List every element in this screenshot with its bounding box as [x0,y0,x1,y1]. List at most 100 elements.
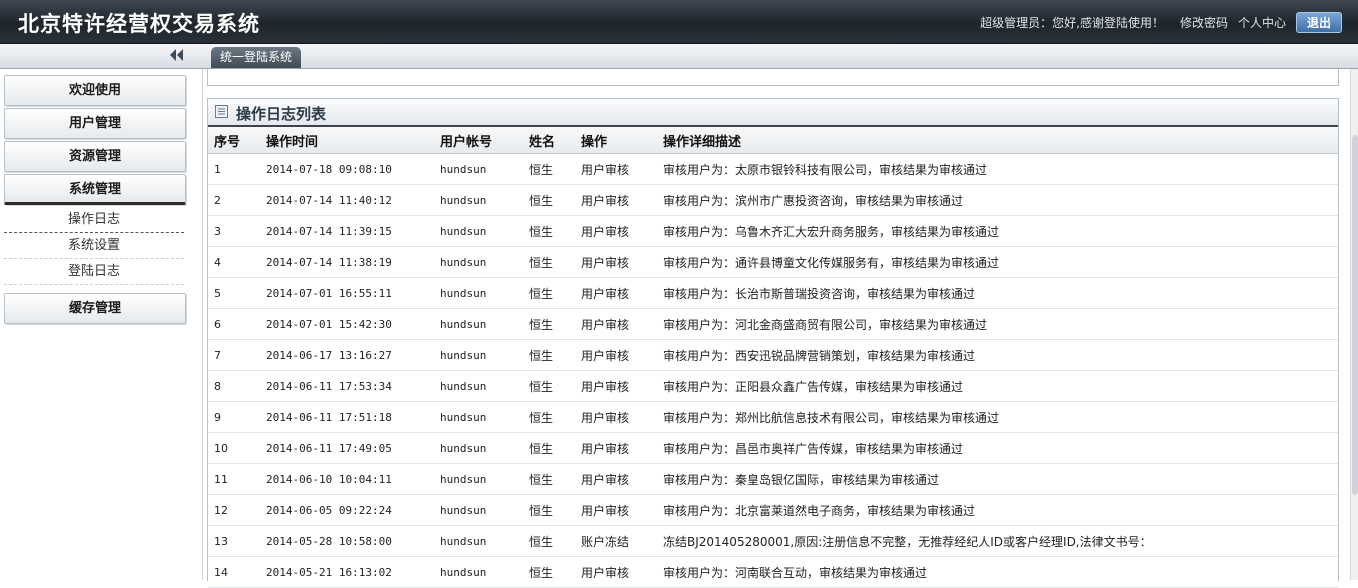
panel-header: 操作日志列表 [208,99,1338,127]
cell-name: 恒生 [523,153,575,185]
submenu-operation-log[interactable]: 操作日志 [4,207,184,233]
submenu-system-settings[interactable]: 系统设置 [4,233,184,259]
column-header-operation: 操作 [575,127,657,154]
cell-time: 2014-06-11 17:49:05 [260,432,434,464]
table-row: 6 2014-07-01 15:42:30 hundsun 恒生 用户审核 审核用户为：河… [208,308,1338,340]
cell-name: 恒生 [523,184,575,216]
cell-time: 2014-06-11 17:51:18 [260,401,434,433]
user-greeting: 超级管理员：您好,感谢登陆使用！ [980,16,1164,30]
cell-time: 2014-07-01 15:42:30 [260,308,434,340]
cell-operation: 用户审核 [575,184,657,216]
cell-time: 2014-05-21 16:13:02 [260,556,434,588]
scrollbar-thumb[interactable] [1352,135,1358,495]
table-row: 3 2014-07-14 11:39:15 hundsun 恒生 用户审核 审核用户为：乌… [208,215,1338,247]
sidebar-item-user-management[interactable]: 用户管理 [4,108,186,139]
table-header-row: 序号 操作时间 用户帐号 姓名 操作 操作详细描述 [208,127,1338,154]
cell-description: 审核用户为：河南联合互动，审核结果为审核通过 [657,556,1338,588]
cell-index: 7 [208,339,260,371]
change-password-link[interactable]: 修改密码 [1180,14,1228,31]
table-row: 4 2014-07-14 11:38:19 hundsun 恒生 用户审核 审核用户为：通… [208,246,1338,278]
cell-account: hundsun [434,463,523,495]
cell-time: 2014-05-28 10:58:00 [260,525,434,557]
sidebar-item-cache-management[interactable]: 缓存管理 [4,293,186,324]
cell-index: 10 [208,432,260,464]
cell-name: 恒生 [523,308,575,340]
cell-name: 恒生 [523,215,575,247]
cell-name: 恒生 [523,463,575,495]
main-content: 操作日志列表 序号 操作时间 用户帐号 姓名 操作 操作详细描述 1 2014-0… [207,69,1350,588]
table-row: 13 2014-05-28 10:58:00 hundsun 恒生 账户冻结 冻结BJ20… [208,525,1338,557]
cell-operation: 用户审核 [575,246,657,278]
column-header-name: 姓名 [523,127,575,154]
submenu-login-log[interactable]: 登陆日志 [4,259,184,285]
cell-time: 2014-07-14 11:39:15 [260,215,434,247]
vertical-scrollbar[interactable] [1350,69,1358,580]
cell-operation: 用户审核 [575,308,657,340]
cell-time: 2014-07-14 11:38:19 [260,246,434,278]
tab-bar: 统一登陆系统 [0,44,1358,69]
operation-log-panel: 操作日志列表 序号 操作时间 用户帐号 姓名 操作 操作详细描述 1 2014-0… [207,98,1339,588]
table-row: 7 2014-06-17 13:16:27 hundsun 恒生 用户审核 审核用户为：西… [208,339,1338,371]
cell-index: 11 [208,463,260,495]
cell-description: 审核用户为：长治市斯普瑞投资咨询，审核结果为审核通过 [657,277,1338,309]
cell-time: 2014-06-05 09:22:24 [260,494,434,526]
cell-index: 13 [208,525,260,557]
cell-name: 恒生 [523,401,575,433]
cell-index: 14 [208,556,260,588]
cell-operation: 用户审核 [575,432,657,464]
cell-index: 12 [208,494,260,526]
cell-name: 恒生 [523,525,575,557]
cell-time: 2014-07-01 16:55:11 [260,277,434,309]
table-row: 5 2014-07-01 16:55:11 hundsun 恒生 用户审核 审核用户为：长… [208,277,1338,309]
cell-index: 4 [208,246,260,278]
column-header-time: 操作时间 [260,127,434,154]
table-row: 12 2014-06-05 09:22:24 hundsun 恒生 用户审核 审核用户为：… [208,494,1338,526]
sidebar-divider [202,69,203,580]
cell-name: 恒生 [523,432,575,464]
sidebar-item-resource-management[interactable]: 资源管理 [4,141,186,172]
cell-operation: 账户冻结 [575,525,657,557]
sidebar-item-welcome[interactable]: 欢迎使用 [4,75,186,106]
sidebar-item-system-management[interactable]: 系统管理 [4,174,186,205]
column-header-index: 序号 [208,127,260,154]
cell-operation: 用户审核 [575,277,657,309]
column-header-account: 用户帐号 [434,127,523,154]
app-title: 北京特许经营权交易系统 [18,12,260,36]
list-icon [215,105,228,118]
cell-description: 审核用户为：秦皇岛银亿国际，审核结果为审核通过 [657,463,1338,495]
cell-name: 恒生 [523,370,575,402]
cell-name: 恒生 [523,246,575,278]
cell-description: 审核用户为：北京富莱道然电子商务，审核结果为审核通过 [657,494,1338,526]
tab-unified-login[interactable]: 统一登陆系统 [211,47,302,68]
cell-account: hundsun [434,370,523,402]
table-row: 9 2014-06-11 17:51:18 hundsun 恒生 用户审核 审核用户为：郑… [208,401,1338,433]
cell-account: hundsun [434,153,523,185]
operation-log-table: 序号 操作时间 用户帐号 姓名 操作 操作详细描述 1 2014-07-18 09… [208,127,1338,588]
cell-operation: 用户审核 [575,463,657,495]
cell-index: 9 [208,401,260,433]
system-submenu: 操作日志 系统设置 登陆日志 [4,207,202,285]
cell-name: 恒生 [523,494,575,526]
cell-account: hundsun [434,432,523,464]
cell-time: 2014-06-11 17:53:34 [260,370,434,402]
cell-operation: 用户审核 [575,401,657,433]
table-row: 1 2014-07-18 09:08:10 hundsun 恒生 用户审核 审核用户为：太… [208,153,1338,185]
cell-time: 2014-06-10 10:04:11 [260,463,434,495]
cell-account: hundsun [434,184,523,216]
cell-name: 恒生 [523,277,575,309]
cell-operation: 用户审核 [575,494,657,526]
table-row: 10 2014-06-11 17:49:05 hundsun 恒生 用户审核 审核用户为：… [208,432,1338,464]
cell-description: 审核用户为：滨州市广惠投资咨询，审核结果为审核通过 [657,184,1338,216]
personal-center-link[interactable]: 个人中心 [1238,14,1286,31]
logout-button[interactable]: 退出 [1295,12,1342,33]
cell-description: 冻结BJ201405280001,原因:注册信息不完整，无推荐经纪人ID或客户经… [657,525,1338,557]
table-row: 8 2014-06-11 17:53:34 hundsun 恒生 用户审核 审核用户为：正… [208,370,1338,402]
cell-account: hundsun [434,401,523,433]
collapse-sidebar-icon[interactable] [168,48,186,62]
table-row: 11 2014-06-10 10:04:11 hundsun 恒生 用户审核 审核用户为：… [208,463,1338,495]
cell-account: hundsun [434,339,523,371]
cell-time: 2014-07-14 11:40:12 [260,184,434,216]
header-user-area: 超级管理员：您好,感谢登陆使用！ 修改密码 个人中心 退出 [980,12,1342,33]
cell-description: 审核用户为：太原市银铃科技有限公司，审核结果为审核通过 [657,153,1338,185]
sidebar: 欢迎使用 用户管理 资源管理 系统管理 操作日志 系统设置 登陆日志 缓存管理 [0,69,203,580]
